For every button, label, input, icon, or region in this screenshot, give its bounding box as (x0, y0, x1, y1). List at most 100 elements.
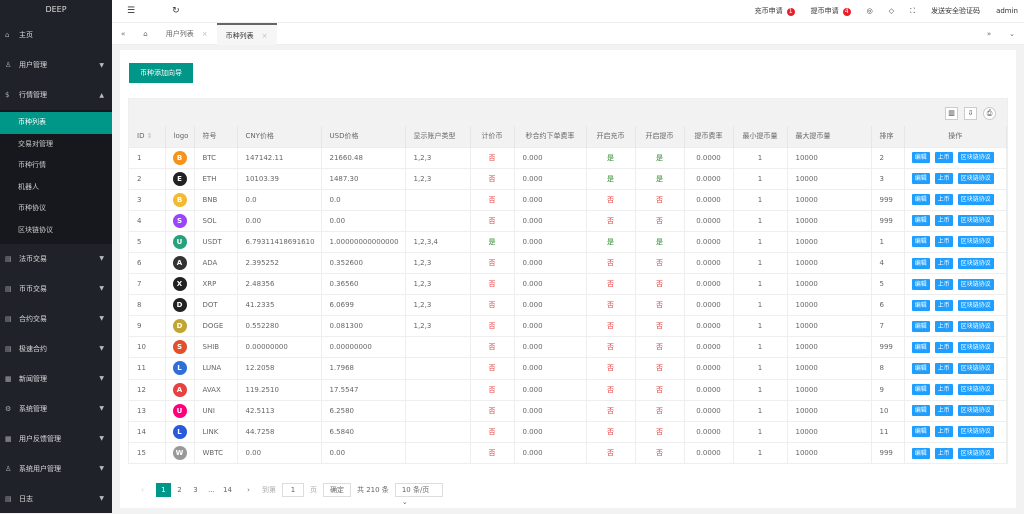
goto-page-input[interactable]: 1 (282, 483, 304, 497)
edit-button[interactable]: 编辑 (911, 278, 930, 290)
home-tab-icon[interactable]: ⌂ (134, 23, 156, 45)
sidebar-subitem[interactable]: 机器人 (0, 177, 112, 199)
next-page-icon[interactable]: › (241, 483, 256, 497)
page-button[interactable]: 14 (220, 483, 235, 497)
list-coin-button[interactable]: 上币 (934, 215, 953, 227)
blockchain-protocol-button[interactable]: 区块链协议 (957, 320, 994, 332)
fullscreen-icon[interactable]: ⛶ (910, 7, 915, 16)
list-coin-button[interactable]: 上币 (934, 320, 953, 332)
sidebar-item[interactable]: $ 行情管理 ▲ (0, 80, 112, 110)
edit-button[interactable]: 编辑 (911, 236, 930, 248)
edit-button[interactable]: 编辑 (911, 362, 930, 374)
confirm-page-button[interactable]: 确定 (323, 483, 351, 497)
list-coin-button[interactable]: 上币 (934, 384, 953, 396)
list-coin-button[interactable]: 上币 (934, 426, 953, 438)
edit-button[interactable]: 编辑 (911, 173, 930, 185)
tag-icon[interactable]: ◇ (889, 7, 894, 15)
table-cell: 6.2580 (321, 399, 406, 422)
export-icon[interactable]: ⇩ (964, 107, 977, 120)
column-header: 符号 (194, 126, 238, 147)
prev-page-icon[interactable]: ‹ (135, 483, 150, 497)
sidebar-item[interactable]: ▦ 新闻管理 ▼ (0, 364, 112, 394)
blockchain-protocol-button[interactable]: 区块链协议 (957, 426, 994, 438)
user-menu[interactable]: admin (996, 7, 1018, 15)
blockchain-protocol-button[interactable]: 区块链协议 (957, 215, 994, 227)
add-coin-wizard-button[interactable]: 币种添加向导 (129, 63, 193, 83)
close-icon[interactable]: × (262, 32, 268, 40)
sidebar-item[interactable]: ⌂ 主页 (0, 20, 112, 50)
list-coin-button[interactable]: 上币 (934, 194, 953, 206)
sidebar-subitem[interactable]: 区块链协议 (0, 220, 112, 242)
list-coin-button[interactable]: 上币 (934, 447, 953, 459)
recharge-requests[interactable]: 充币申请 1 (755, 6, 795, 16)
blockchain-protocol-button[interactable]: 区块链协议 (957, 173, 994, 185)
tabs-menu-chevron-down-icon[interactable]: ⌄ (1000, 23, 1024, 45)
edit-button[interactable]: 编辑 (911, 299, 930, 311)
blockchain-protocol-button[interactable]: 区块链协议 (957, 447, 994, 459)
list-coin-button[interactable]: 上币 (934, 341, 953, 353)
column-header: 开启提币 (635, 126, 685, 147)
blockchain-protocol-button[interactable]: 区块链协议 (957, 278, 994, 290)
blockchain-protocol-button[interactable]: 区块链协议 (957, 299, 994, 311)
send-code-link[interactable]: 发送安全验证码 (931, 6, 980, 16)
edit-button[interactable]: 编辑 (911, 152, 930, 164)
menu-toggle-icon[interactable]: ☰ (112, 6, 135, 16)
blockchain-protocol-button[interactable]: 区块链协议 (957, 152, 994, 164)
columns-filter-icon[interactable]: ▥ (945, 107, 958, 120)
theme-icon[interactable]: ◎ (867, 7, 873, 15)
tabs-scroll-left-icon[interactable]: « (112, 23, 134, 45)
sidebar-item[interactable]: ▦ 用户反馈管理 ▼ (0, 424, 112, 454)
page-button[interactable]: 1 (156, 483, 171, 497)
blockchain-protocol-button[interactable]: 区块链协议 (957, 405, 994, 417)
sidebar-item[interactable]: ▤ 日志 ▼ (0, 484, 112, 514)
recharge-badge: 1 (786, 8, 795, 16)
blockchain-protocol-button[interactable]: 区块链协议 (957, 341, 994, 353)
list-coin-button[interactable]: 上币 (934, 152, 953, 164)
list-coin-button[interactable]: 上币 (934, 173, 953, 185)
edit-button[interactable]: 编辑 (911, 447, 930, 459)
page-button[interactable]: 2 (172, 483, 187, 497)
blockchain-protocol-button[interactable]: 区块链协议 (957, 257, 994, 269)
blockchain-protocol-button[interactable]: 区块链协议 (957, 362, 994, 374)
tab-user-list[interactable]: 用户列表 × (157, 23, 217, 45)
edit-button[interactable]: 编辑 (911, 384, 930, 396)
sort-icon[interactable]: ⇕ (144, 132, 153, 140)
page-button[interactable]: 3 (188, 483, 203, 497)
sidebar-subitem[interactable]: 币种协议 (0, 198, 112, 220)
column-header[interactable]: ID ⇕ (129, 126, 166, 147)
list-coin-button[interactable]: 上币 (934, 278, 953, 290)
sidebar-subitem[interactable]: 币种列表 (0, 112, 112, 134)
print-icon[interactable]: ⎙ (983, 107, 996, 120)
tab-coin-list[interactable]: 币种列表 × (216, 22, 277, 45)
sidebar-subitem[interactable]: 交易对管理 (0, 134, 112, 156)
edit-button[interactable]: 编辑 (911, 341, 930, 353)
list-coin-button[interactable]: 上币 (934, 362, 953, 374)
edit-button[interactable]: 编辑 (911, 426, 930, 438)
close-icon[interactable]: × (202, 30, 208, 38)
sidebar-subitem[interactable]: 币种行情 (0, 155, 112, 177)
edit-button[interactable]: 编辑 (911, 257, 930, 269)
page-size-select[interactable]: 10 条/页 ⌄ (394, 483, 443, 506)
withdraw-requests[interactable]: 提币申请 4 (811, 6, 851, 16)
blockchain-protocol-button[interactable]: 区块链协议 (957, 236, 994, 248)
sidebar-item[interactable]: ♙ 用户管理 ▼ (0, 50, 112, 80)
sidebar-item[interactable]: ▤ 法币交易 ▼ (0, 244, 112, 274)
edit-button[interactable]: 编辑 (911, 194, 930, 206)
sidebar-item[interactable]: ⚙ 系统管理 ▼ (0, 394, 112, 424)
list-coin-button[interactable]: 上币 (934, 405, 953, 417)
edit-button[interactable]: 编辑 (911, 405, 930, 417)
list-coin-button[interactable]: 上币 (934, 299, 953, 311)
edit-button[interactable]: 编辑 (911, 320, 930, 332)
refresh-icon[interactable]: ↻ (157, 6, 180, 16)
list-coin-button[interactable]: 上币 (934, 236, 953, 248)
table-cell: 0.0000 (684, 420, 734, 443)
sidebar-item[interactable]: ♙ 系统用户管理 ▼ (0, 454, 112, 484)
sidebar-item[interactable]: ▤ 币币交易 ▼ (0, 274, 112, 304)
tabs-scroll-right-icon[interactable]: » (978, 23, 1000, 45)
blockchain-protocol-button[interactable]: 区块链协议 (957, 384, 994, 396)
blockchain-protocol-button[interactable]: 区块链协议 (957, 194, 994, 206)
sidebar-item[interactable]: ▤ 极速合约 ▼ (0, 334, 112, 364)
edit-button[interactable]: 编辑 (911, 215, 930, 227)
sidebar-item[interactable]: ▤ 合约交易 ▼ (0, 304, 112, 334)
list-coin-button[interactable]: 上币 (934, 257, 953, 269)
